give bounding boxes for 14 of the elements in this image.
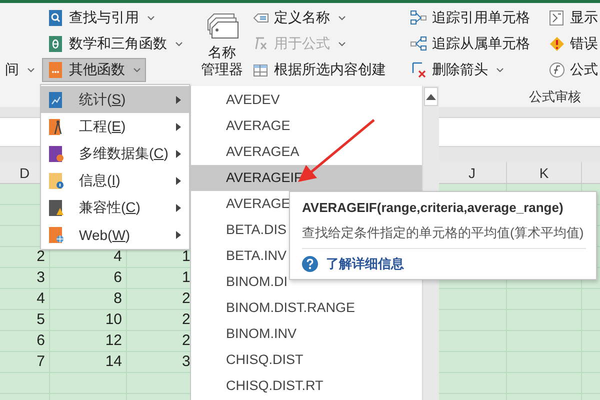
table-cell: 7	[0, 352, 50, 373]
group-label: 公式审核	[529, 88, 581, 106]
table-cell: 6	[0, 331, 50, 352]
table-cell: 3	[0, 268, 50, 289]
table-cell: 4	[0, 289, 50, 310]
table-cell: 8	[50, 289, 127, 310]
table-cell: 6	[50, 268, 127, 289]
table-cell: 14	[50, 352, 127, 373]
tooltip-description: 查找给定条件指定的单元格的平均值(算术平均值)	[302, 224, 585, 242]
tooltip-title: AVERAGEIF(range,criteria,average_range)	[302, 200, 564, 215]
table-cell: 12	[50, 331, 127, 352]
table-cell: 10	[50, 310, 127, 331]
column-header: K	[507, 162, 582, 183]
table-cell: 5	[0, 310, 50, 331]
